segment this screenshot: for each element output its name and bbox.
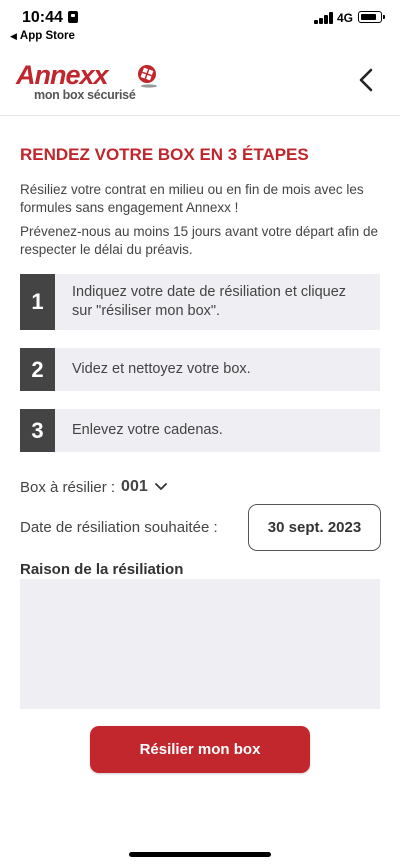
box-select-value: 001 <box>121 478 148 495</box>
box-select-label: Box à résilier : <box>20 478 116 496</box>
back-app-label: App Store <box>19 30 75 42</box>
step-text: Indiquez votre date de résiliation et cl… <box>72 284 347 319</box>
logo-mark-icon <box>138 65 157 88</box>
back-to-app-link[interactable]: ◀ App Store <box>10 30 75 42</box>
header-divider <box>0 115 400 116</box>
intro-text-1: Résiliez votre contrat en milieu ou en f… <box>20 182 364 215</box>
step-text: Videz et nettoyez votre box. <box>72 361 251 377</box>
page-title: RENDEZ VOTRE BOX EN 3 ÉTAPES <box>20 145 309 164</box>
step-item: 1 Indiquez votre date de résiliation et … <box>20 274 380 330</box>
battery-icon <box>358 11 385 23</box>
app-header: Annexx mon box sécurisé <box>0 46 400 116</box>
status-time: 10:44 <box>22 9 63 26</box>
step-number: 1 <box>20 274 55 330</box>
network-label: 4G <box>337 11 354 25</box>
logo-name: Annexx <box>16 60 109 90</box>
logo: Annexx mon box sécurisé <box>16 60 161 104</box>
intro-text-2: Prévenez-nous au moins 15 jours avant vo… <box>20 224 378 257</box>
status-bar: 10:44 ◀ App Store 4G <box>0 0 400 46</box>
back-triangle-icon: ◀ <box>10 31 17 41</box>
signal-icon <box>314 12 334 24</box>
logo-tagline: mon box sécurisé <box>34 88 136 102</box>
chevron-left-icon[interactable] <box>352 65 380 95</box>
step-text: Enlevez votre cadenas. <box>72 422 223 438</box>
terminate-box-button[interactable]: Résilier mon box <box>90 726 310 773</box>
home-indicator[interactable] <box>129 852 271 857</box>
step-item: 2 Videz et nettoyez votre box. <box>20 348 380 391</box>
step-number: 3 <box>20 409 55 452</box>
box-select[interactable]: Box à résilier : 001 <box>20 478 168 496</box>
orientation-lock-icon <box>68 11 78 23</box>
step-number: 2 <box>20 348 55 391</box>
date-picker-button[interactable]: 30 sept. 2023 <box>248 504 381 551</box>
reason-label: Raison de la résiliation <box>20 561 184 578</box>
date-label: Date de résiliation souhaitée : <box>20 519 218 536</box>
chevron-down-icon <box>154 483 167 490</box>
step-item: 3 Enlevez votre cadenas. <box>20 409 380 452</box>
reason-textarea[interactable] <box>20 579 380 709</box>
